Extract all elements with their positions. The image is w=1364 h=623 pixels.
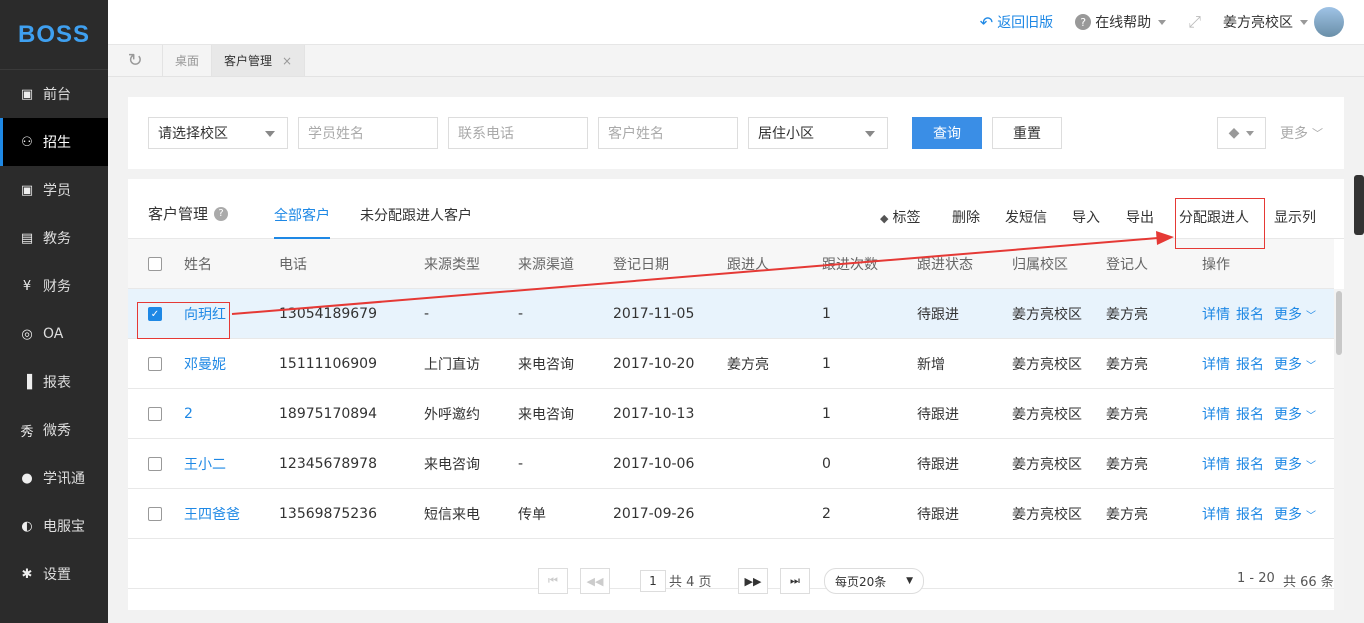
annotation-arrow [231, 231, 1174, 315]
side-widget-handle[interactable] [1354, 175, 1364, 235]
